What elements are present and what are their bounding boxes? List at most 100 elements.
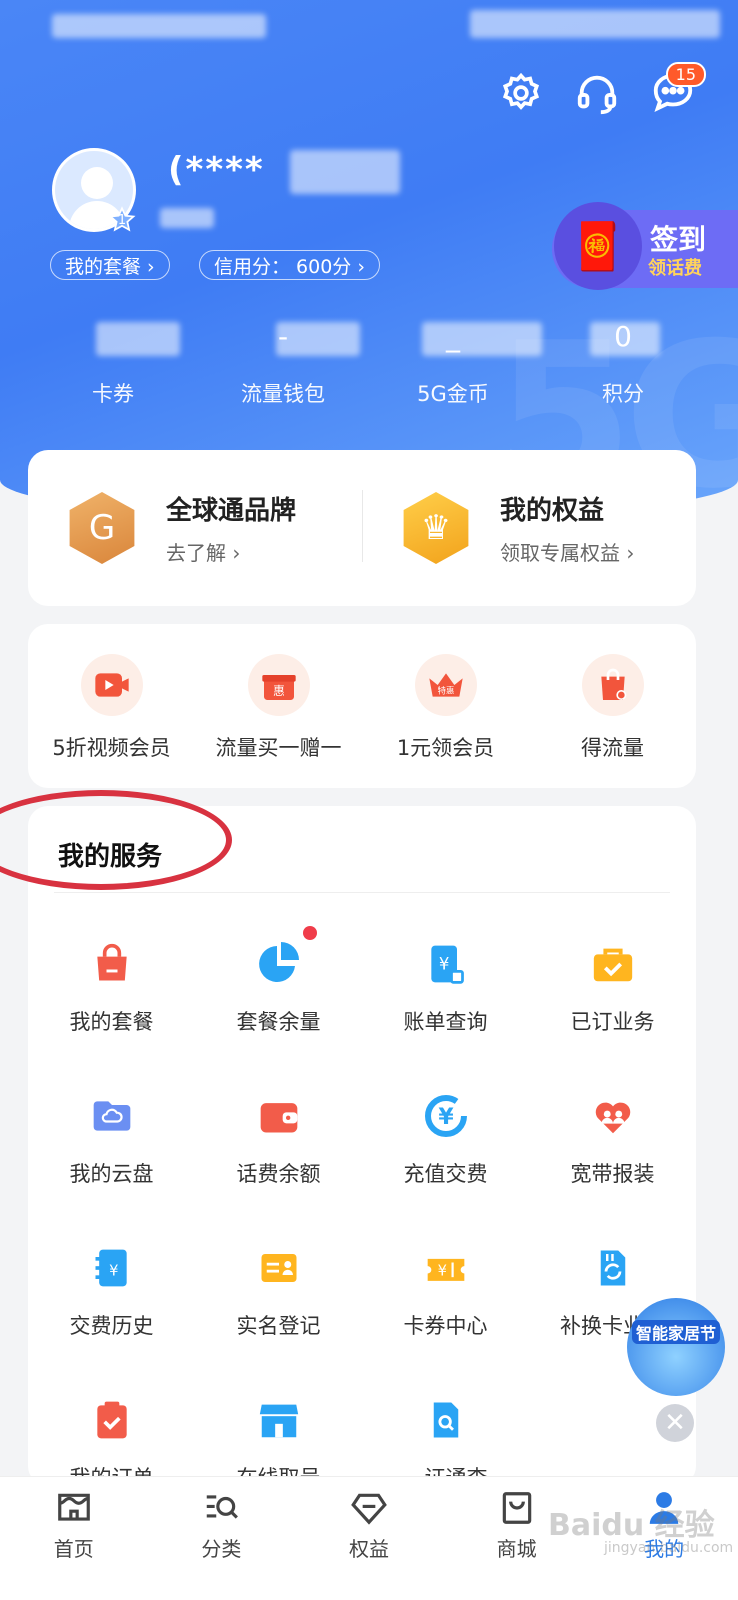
username: (**** [168,150,265,190]
promo-label: 1元领会员 [396,736,495,760]
bill-icon: ¥ [418,936,474,992]
service-label: 话费余额 [236,1162,321,1186]
level-number: 1 [117,212,127,228]
my-benefits-entry[interactable]: ♛ 我的权益 领取专属权益 › [362,450,696,606]
svg-text:特惠: 特惠 [437,685,454,695]
level-star-badge: 1 [108,206,136,234]
svg-text:惠: 惠 [273,684,285,698]
gift-box-icon: 惠 [247,654,310,716]
svg-text:¥: ¥ [437,1262,446,1279]
service-label: 套餐余量 [236,1010,321,1034]
tab-label: 权益 [348,1537,389,1561]
service-broadband[interactable]: 宽带报装 [529,1088,696,1188]
profile-header: 5G 15 1 (**** 我的套餐 › 信用分： 600分 › 🧧 签到 领话… [0,0,738,520]
my-benefits-subtitle: 领取专属权益 › [500,541,635,565]
new-indicator-dot [303,926,317,940]
coupon-icon: ¥ [418,1240,474,1296]
tab-home[interactable]: 首页 [0,1477,148,1600]
promo-video-membership[interactable]: 5折视频会员 [28,624,195,788]
close-icon[interactable]: ✕ [656,1404,694,1442]
service-real-name[interactable]: 实名登记 [195,1240,362,1340]
baidu-watermark: Baidu 经验 [548,1508,715,1543]
tab-label: 商城 [496,1537,537,1561]
stat-blur [590,322,660,356]
global-brand-hex-icon: G [69,492,135,564]
notebook-icon: ¥ [84,1240,140,1296]
bag-icon [84,936,140,992]
crown-icon: 特惠 [414,654,477,716]
store-icon [251,1392,307,1448]
header-actions: 15 [496,62,706,118]
service-balance[interactable]: 话费余额 [195,1088,362,1188]
diamond-icon [351,1493,387,1525]
service-payment-history[interactable]: ¥ 交费历史 [28,1240,195,1340]
stat-label: 卡券 [92,382,134,406]
my-benefits-title: 我的权益 [500,496,605,526]
home-icon [57,1493,90,1521]
services-grid: 我的套餐 套餐余量 ¥ 账单查询 已订业务 我的云盘 话费余额 ¥ 充值交费 宽… [28,926,696,1492]
crown-hex-icon: ♛ [403,492,469,564]
tab-category[interactable]: 分类 [148,1477,296,1600]
promo-label: 流量买一赠一 [215,736,342,760]
stat-label: 流量钱包 [241,382,325,406]
messages-button[interactable]: 15 [648,62,706,118]
promo-get-data[interactable]: 得流量 [529,624,696,788]
promo-data-bogo[interactable]: 惠 流量买一赠一 [195,624,362,788]
promotions-row: 5折视频会员 惠 流量买一赠一 特惠 1元领会员 得流量 [28,624,696,788]
service-label: 我的云盘 [69,1162,154,1186]
promo-label: 5折视频会员 [52,736,171,760]
tab-benefits[interactable]: 权益 [295,1477,443,1600]
unread-badge: 15 [665,62,706,87]
gear-icon [502,72,540,110]
checkin-banner[interactable]: 🧧 签到 领话费 [552,202,738,290]
svg-text:¥: ¥ [438,1105,454,1130]
yuan-refresh-icon: ¥ [418,1088,474,1144]
my-plan-pill[interactable]: 我的套餐 › [50,250,170,280]
service-my-plan[interactable]: 我的套餐 [28,936,195,1036]
customer-service-button[interactable] [572,68,622,118]
service-cloud-drive[interactable]: 我的云盘 [28,1088,195,1188]
heart-people-icon [585,1088,641,1144]
stat-label: 5G金币 [417,382,489,406]
divider [54,892,670,893]
phone-blur [160,208,214,228]
service-plan-balance[interactable]: 套餐余量 [195,926,362,1036]
service-bill-query[interactable]: ¥ 账单查询 [362,936,529,1036]
tab-label: 分类 [201,1537,242,1561]
id-card-icon [251,1240,307,1296]
credit-score-pill-label: 信用分： 600分 › [214,255,365,278]
smart-home-floating-ad[interactable]: 智能家居节 [627,1298,725,1396]
service-recharge[interactable]: ¥ 充值交费 [362,1088,529,1188]
global-brand-title: 全球通品牌 [166,496,297,526]
floating-ad-label: 智能家居节 [631,1320,720,1344]
global-brand-entry[interactable]: G 全球通品牌 去了解 › [28,450,362,606]
service-label: 实名登记 [236,1314,321,1338]
sim-card-icon [585,1240,641,1296]
pie-chart-icon [251,936,307,992]
checkin-subtitle: 领话费 [648,258,702,279]
service-label: 交费历史 [69,1314,154,1338]
service-label: 卡券中心 [403,1314,488,1338]
settings-button[interactable] [496,68,546,118]
clipboard-check-icon [84,1392,140,1448]
global-brand-subtitle: 去了解 › [166,541,241,565]
svg-text:¥: ¥ [438,955,449,974]
shopping-bag-icon [502,1492,531,1524]
svg-text:¥: ¥ [109,1262,118,1279]
cloud-folder-icon [84,1088,140,1144]
red-envelope-gift-icon: 🧧 [554,202,642,290]
promo-1yuan-membership[interactable]: 特惠 1元领会员 [362,624,529,788]
service-coupon-center[interactable]: ¥ 卡券中心 [362,1240,529,1340]
video-icon [80,654,143,716]
promo-label: 得流量 [581,736,644,760]
credit-score-pill[interactable]: 信用分： 600分 › [199,250,380,280]
wallet-icon [251,1088,307,1144]
service-subscribed[interactable]: 已订业务 [529,936,696,1036]
brand-benefits-card: G 全球通品牌 去了解 › ♛ 我的权益 领取专属权益 › [28,450,696,606]
service-label: 充值交费 [403,1162,488,1186]
username-blur [290,150,400,194]
my-services-card: 我的服务 我的套餐 套餐余量 ¥ 账单查询 已订业务 我的云盘 话费余额 ¥ 充… [28,806,696,1490]
my-plan-pill-label: 我的套餐 › [65,255,155,278]
stat-label: 积分 [602,382,644,406]
stat-blur [96,322,180,356]
